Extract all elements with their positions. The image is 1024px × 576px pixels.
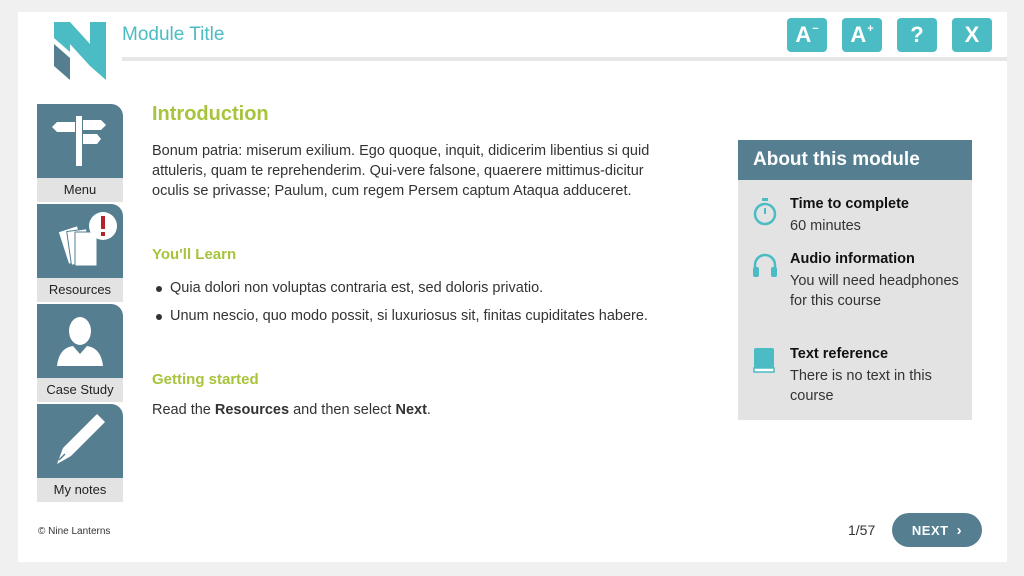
- started-post: .: [426, 402, 431, 418]
- increase-font-label: A: [850, 22, 867, 47]
- about-item-title: Time to complete: [790, 196, 909, 212]
- page-title: Introduction: [152, 103, 269, 125]
- module-title: Module Title: [122, 24, 225, 45]
- person-icon: [57, 317, 103, 366]
- about-item-text: There is no text in this course: [790, 368, 932, 404]
- about-item-title: Audio information: [790, 251, 915, 267]
- sidebar-item-resources[interactable]: Resources: [37, 204, 123, 302]
- sidebar-item-menu[interactable]: Menu: [37, 104, 123, 202]
- started-pre: Read the: [152, 402, 215, 418]
- logo-icon: [54, 22, 106, 80]
- resources-alert-icon: [57, 212, 117, 267]
- sidebar-tile-resources: [37, 204, 123, 278]
- chevron-right-icon: ›: [956, 521, 963, 539]
- next-emphasis: Next: [395, 402, 427, 418]
- sidebar-item-label: Menu: [37, 178, 123, 202]
- close-button[interactable]: X: [952, 18, 992, 52]
- decrease-font-sup: −: [812, 23, 819, 35]
- header-divider: [122, 57, 1007, 61]
- headphones-icon: [753, 253, 777, 277]
- getting-started-text: Read the Resources and then select Next.: [152, 402, 431, 418]
- learn-list: Quia dolori non voluptas contraria est, …: [152, 278, 672, 334]
- decrease-font-label: A: [795, 22, 812, 47]
- list-item: Unum nescio, quo modo possit, si luxurio…: [152, 306, 672, 326]
- learn-heading: You'll Learn: [152, 246, 237, 263]
- stopwatch-icon: [753, 198, 777, 226]
- sidebar-item-label: My notes: [37, 478, 123, 502]
- about-panel: About this module Time to complete 60 mi…: [738, 140, 972, 420]
- decrease-font-button[interactable]: A −: [787, 18, 827, 52]
- help-label: ?: [910, 22, 924, 47]
- sidebar-tile-case-study: [37, 304, 123, 378]
- next-label: NEXT: [911, 522, 949, 538]
- intro-paragraph: Bonum patria: miserum exilium. Ego quoqu…: [152, 143, 650, 199]
- next-button[interactable]: NEXT ›: [892, 513, 982, 547]
- list-item: Quia dolori non voluptas contraria est, …: [152, 278, 672, 298]
- sidebar-item-label: Resources: [37, 278, 123, 302]
- about-item-title: Text reference: [790, 346, 889, 362]
- getting-started-heading: Getting started: [152, 371, 259, 388]
- started-mid: and then select: [289, 402, 396, 418]
- page-counter: 1/57: [848, 522, 876, 538]
- resources-emphasis: Resources: [214, 402, 290, 418]
- pen-icon: [57, 414, 105, 464]
- sidebar-item-label: Case Study: [37, 378, 123, 402]
- signpost-icon: [52, 116, 106, 166]
- about-item-text: 60 minutes: [790, 218, 861, 234]
- book-icon: [753, 348, 775, 373]
- help-button[interactable]: ?: [897, 18, 937, 52]
- increase-font-sup: +: [867, 23, 874, 35]
- close-label: X: [964, 22, 980, 47]
- sidebar-item-case-study[interactable]: Case Study: [37, 304, 123, 402]
- copyright: © Nine Lanterns: [38, 526, 111, 537]
- about-item-text: You will need headphones for this course: [790, 273, 959, 309]
- sidebar-tile-my-notes: [37, 404, 123, 478]
- sidebar-tile-menu: [37, 104, 123, 178]
- about-title: About this module: [738, 140, 972, 180]
- app-frame: Module Title A − A + ? X Menu Resources …: [18, 12, 1007, 562]
- sidebar-item-my-notes[interactable]: My notes: [37, 404, 123, 502]
- increase-font-button[interactable]: A +: [842, 18, 882, 52]
